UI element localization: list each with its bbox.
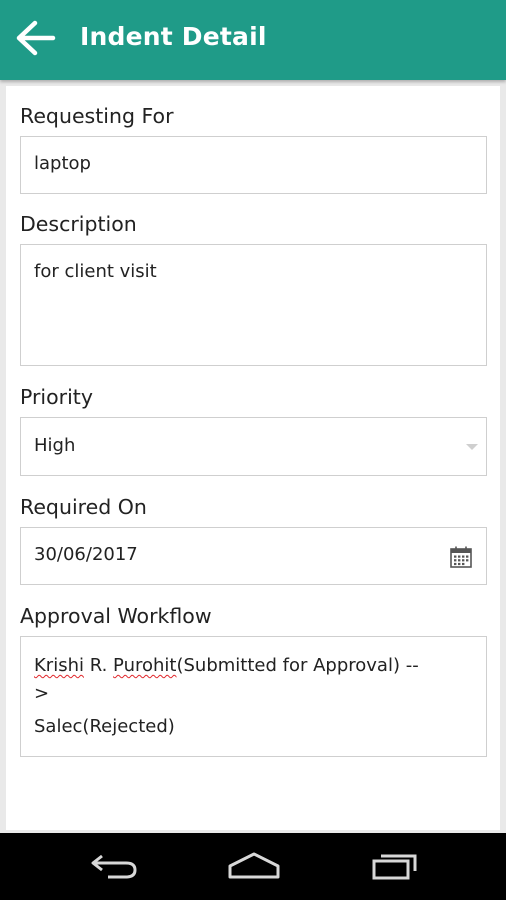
required-on-value: 30/06/2017 <box>34 544 138 565</box>
back-arrow-icon <box>16 20 56 60</box>
required-on-field[interactable]: 30/06/2017 <box>20 527 487 585</box>
approver-status: (Submitted for Approval) -- <box>176 655 419 676</box>
requesting-for-label: Requesting For <box>20 104 174 128</box>
nav-recents-button[interactable] <box>368 847 424 887</box>
approval-workflow-field[interactable]: Krishi R. Purohit(Submitted for Approval… <box>20 636 487 757</box>
priority-select[interactable]: High <box>20 417 487 476</box>
description-field[interactable]: for client visit <box>20 244 487 366</box>
nav-back-button[interactable] <box>86 847 142 887</box>
nav-recents-icon <box>371 849 421 885</box>
required-on-label: Required On <box>20 495 147 519</box>
description-value: for client visit <box>34 261 157 282</box>
approver-first-name: Krishi <box>34 655 84 676</box>
chevron-down-icon <box>466 444 478 450</box>
system-nav-bar <box>0 833 506 900</box>
nav-back-icon <box>88 850 140 884</box>
workflow-line-3: Salec(Rejected) <box>34 716 175 737</box>
requesting-for-value: laptop <box>34 153 91 174</box>
workflow-line-1: Krishi R. Purohit(Submitted for Approval… <box>34 655 419 676</box>
nav-home-button[interactable] <box>226 847 282 887</box>
nav-home-icon <box>227 850 281 884</box>
workflow-line-2: > <box>34 683 50 704</box>
approver-last-name: Purohit <box>113 655 177 676</box>
requesting-for-field[interactable]: laptop <box>20 136 487 194</box>
back-button[interactable] <box>14 19 58 61</box>
approver-middle-initial: R. <box>84 655 114 676</box>
priority-value: High <box>34 435 76 456</box>
description-label: Description <box>20 212 137 236</box>
calendar-icon[interactable] <box>449 545 473 574</box>
priority-label: Priority <box>20 385 93 409</box>
app-bar: Indent Detail <box>0 0 506 80</box>
page-title: Indent Detail <box>80 22 267 51</box>
approval-workflow-label: Approval Workflow <box>20 604 212 628</box>
